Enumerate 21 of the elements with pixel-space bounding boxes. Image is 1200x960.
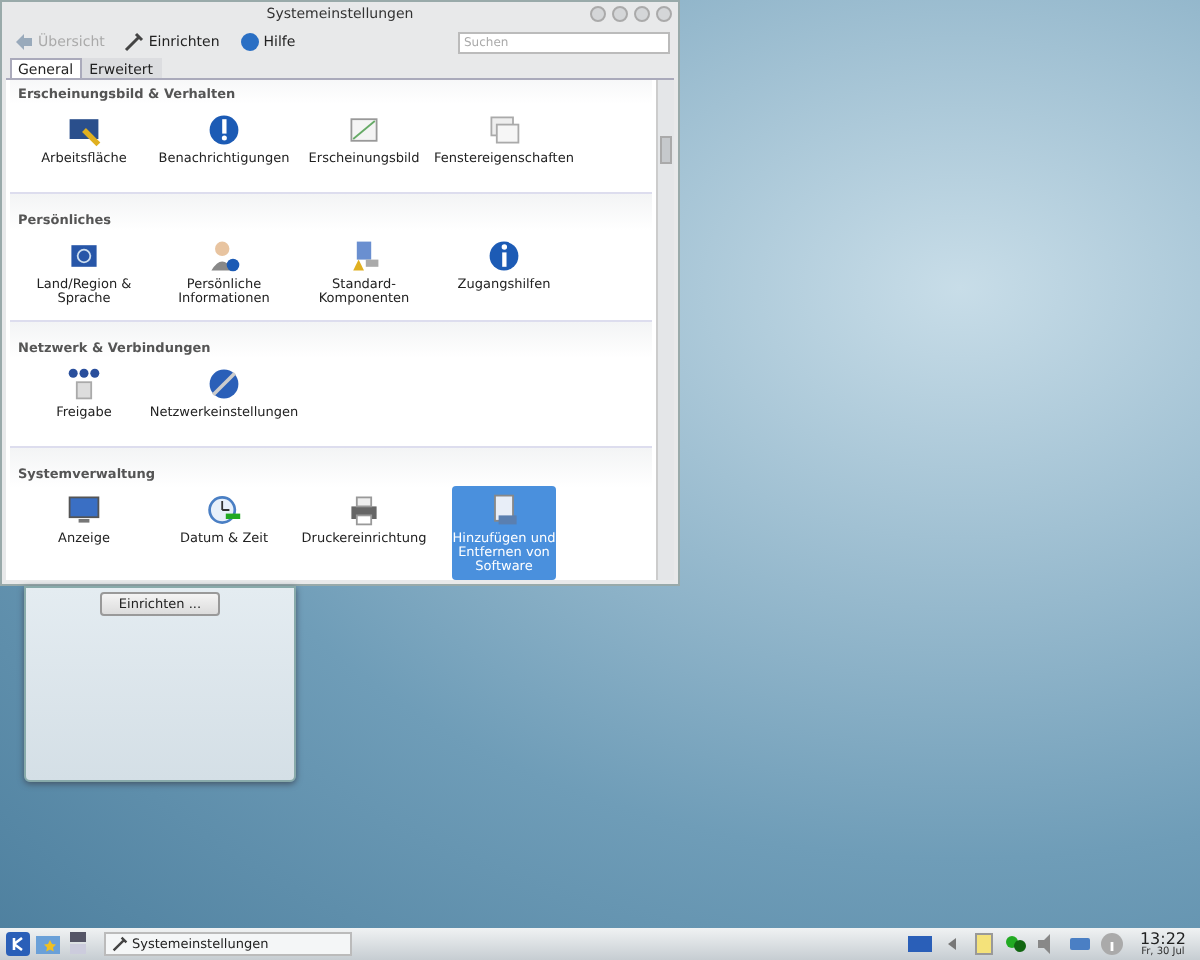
module-icon (206, 491, 242, 528)
scrollbar[interactable] (656, 80, 674, 580)
network-icon[interactable] (1003, 932, 1028, 956)
drive-icon[interactable] (1067, 932, 1092, 956)
desktop-pager-icon[interactable] (66, 932, 90, 956)
arrow-left-icon (14, 32, 34, 52)
module-icon (66, 365, 102, 402)
launcher-icon[interactable] (6, 932, 30, 956)
module-icon (346, 491, 382, 528)
module-icon (486, 238, 522, 275)
module-icon (206, 365, 242, 402)
clock-time: 13:22 (1139, 931, 1186, 947)
info-icon[interactable] (1099, 932, 1124, 956)
tool-icon (124, 32, 145, 52)
module-icon (206, 112, 242, 148)
module-icon (66, 491, 102, 528)
screen-icon[interactable] (907, 932, 932, 956)
module-icon (486, 112, 522, 148)
module-icon (346, 112, 382, 148)
module-icon (206, 238, 242, 275)
tool-icon (112, 936, 128, 952)
